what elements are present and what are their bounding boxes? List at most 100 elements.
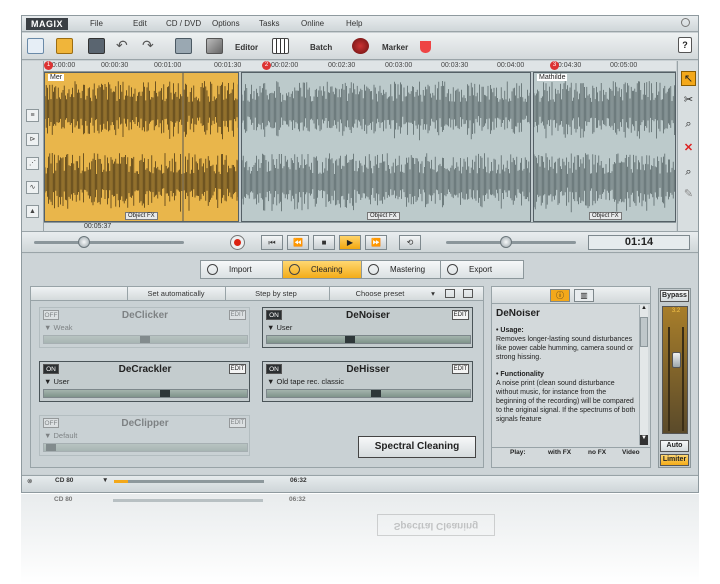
audio-object[interactable]: Mathilde Object FX [533, 72, 676, 222]
cut-icon[interactable]: ✂ [681, 93, 696, 108]
play-no-fx-button[interactable]: no FX [588, 449, 606, 456]
slider-thumb[interactable] [140, 336, 150, 343]
audio-object[interactable]: Mer Object FX [44, 72, 239, 222]
envelope-icon[interactable]: ⋰ [26, 157, 39, 170]
chevron-down-icon[interactable]: ▾ [429, 289, 437, 298]
fx-slider[interactable] [266, 389, 471, 398]
menu-edit[interactable]: Edit [133, 19, 147, 28]
denoiser-toggle[interactable]: ON [266, 310, 282, 320]
batch-icon[interactable] [272, 38, 289, 54]
menu-online[interactable]: Online [301, 19, 324, 28]
position-slider[interactable] [34, 241, 184, 244]
batch-label[interactable]: Batch [310, 43, 332, 52]
auto-button[interactable]: Auto [660, 440, 689, 452]
limiter-button[interactable]: Limiter [660, 454, 689, 466]
mute-icon[interactable]: ⊳ [26, 133, 39, 146]
object-fx-button[interactable]: Object FX [589, 212, 622, 220]
slider-thumb[interactable] [345, 336, 355, 343]
fx-slider[interactable] [43, 389, 248, 398]
fx-preset[interactable]: ▼ Old tape rec. classic [267, 377, 344, 386]
fx-slider[interactable] [43, 335, 248, 344]
editor-label[interactable]: Editor [235, 43, 258, 52]
play-button[interactable]: ▶ [339, 235, 361, 250]
spectrum-icon[interactable]: ▥ [574, 289, 594, 302]
stop-button[interactable]: ■ [313, 235, 335, 250]
menu-file[interactable]: File [90, 19, 103, 28]
fx-slider[interactable] [43, 443, 248, 452]
set-automatically-button[interactable]: Set automatically [128, 289, 224, 298]
wave-icon[interactable]: ∿ [26, 181, 39, 194]
fx-preset[interactable]: ▼ Default [44, 431, 77, 440]
go-to-start-button[interactable]: ⏮ [261, 235, 283, 250]
magnifier-icon[interactable]: ⌕ [681, 165, 696, 180]
volume-slider-knob[interactable] [500, 236, 512, 248]
slider-thumb[interactable] [371, 390, 381, 397]
bypass-button[interactable]: Bypass [660, 290, 689, 302]
track-layout-icon[interactable]: ≡ [26, 109, 39, 122]
edit-button[interactable]: EDIT [452, 364, 469, 374]
object-fx-button[interactable]: Object FX [367, 212, 400, 220]
pointer-icon[interactable]: ↖ [681, 71, 696, 86]
play-video-button[interactable]: Video [622, 449, 640, 456]
position-slider-knob[interactable] [78, 236, 90, 248]
declicker-toggle[interactable]: OFF [43, 310, 59, 320]
tab-export[interactable]: Export [440, 260, 524, 279]
marker-label[interactable]: Marker [382, 43, 408, 52]
step-by-step-button[interactable]: Step by step [226, 289, 326, 298]
window-control-icon[interactable] [681, 18, 690, 27]
tab-mastering[interactable]: Mastering [361, 260, 441, 279]
dehisser-toggle[interactable]: ON [266, 364, 282, 374]
zoom-wave-icon[interactable]: ▲ [26, 205, 39, 218]
burn-cd-icon[interactable] [175, 38, 192, 54]
delete-icon[interactable]: ✕ [681, 141, 696, 156]
tab-import[interactable]: Import [200, 260, 283, 279]
help-icon[interactable]: ? [678, 37, 692, 53]
edit-button[interactable]: EDIT [229, 310, 246, 320]
spectral-cleaning-button[interactable]: Spectral Cleaning [358, 436, 476, 458]
info-icon[interactable]: ⓘ [550, 289, 570, 302]
decrackler-toggle[interactable]: ON [43, 364, 59, 374]
new-file-icon[interactable] [27, 38, 44, 54]
zoom-icon[interactable]: ⌕ [681, 117, 696, 132]
fx-preset[interactable]: ▼ Weak [44, 323, 73, 332]
menu-help[interactable]: Help [346, 19, 362, 28]
editor-icon[interactable] [206, 38, 223, 54]
master-fader[interactable] [672, 352, 681, 368]
fx-preset[interactable]: ▼ User [267, 323, 292, 332]
edit-button[interactable]: EDIT [229, 364, 246, 374]
cd-marker[interactable]: 1 [44, 61, 53, 70]
cd-marker[interactable]: 2 [262, 61, 271, 70]
redo-icon[interactable]: ↷ [142, 38, 159, 54]
tab-cleaning[interactable]: Cleaning [282, 260, 362, 279]
open-folder-icon[interactable] [56, 38, 73, 54]
marker-shield-icon[interactable] [420, 41, 431, 53]
info-scrollbar[interactable]: ▲ ▼ [639, 305, 648, 445]
horizontal-scrollbar[interactable]: 00:05:37 [44, 222, 676, 231]
marker-icon[interactable] [352, 38, 369, 54]
audio-object[interactable]: Object FX [241, 72, 531, 222]
scroll-down-icon[interactable]: ▼ [640, 435, 648, 445]
slider-thumb[interactable] [46, 444, 56, 451]
choose-preset-dropdown[interactable]: Choose preset [331, 289, 429, 298]
save-icon[interactable] [88, 38, 105, 54]
scroll-thumb[interactable] [640, 317, 648, 347]
menu-cd-dvd[interactable]: CD / DVD [166, 19, 201, 28]
undo-icon[interactable]: ↶ [116, 38, 133, 54]
slider-thumb[interactable] [160, 390, 170, 397]
edit-button[interactable]: EDIT [452, 310, 469, 320]
loop-icon[interactable]: ⟲ [399, 235, 421, 250]
play-with-fx-button[interactable]: with FX [548, 449, 571, 456]
edit-button[interactable]: EDIT [229, 418, 246, 428]
chevron-down-icon[interactable]: ▼ [102, 477, 108, 484]
rewind-button[interactable]: ⏪ [287, 235, 309, 250]
pen-icon[interactable]: ✎ [681, 187, 696, 202]
object-fx-button[interactable]: Object FX [125, 212, 158, 220]
fx-preset[interactable]: ▼ User [44, 377, 69, 386]
close-icon[interactable]: ⊗ [27, 477, 32, 485]
cd-marker[interactable]: 3 [550, 61, 559, 70]
fast-forward-button[interactable]: ⏩ [365, 235, 387, 250]
fx-slider[interactable] [266, 335, 471, 344]
declipper-toggle[interactable]: OFF [43, 418, 59, 428]
record-button[interactable] [230, 235, 245, 250]
menu-tasks[interactable]: Tasks [259, 19, 279, 28]
